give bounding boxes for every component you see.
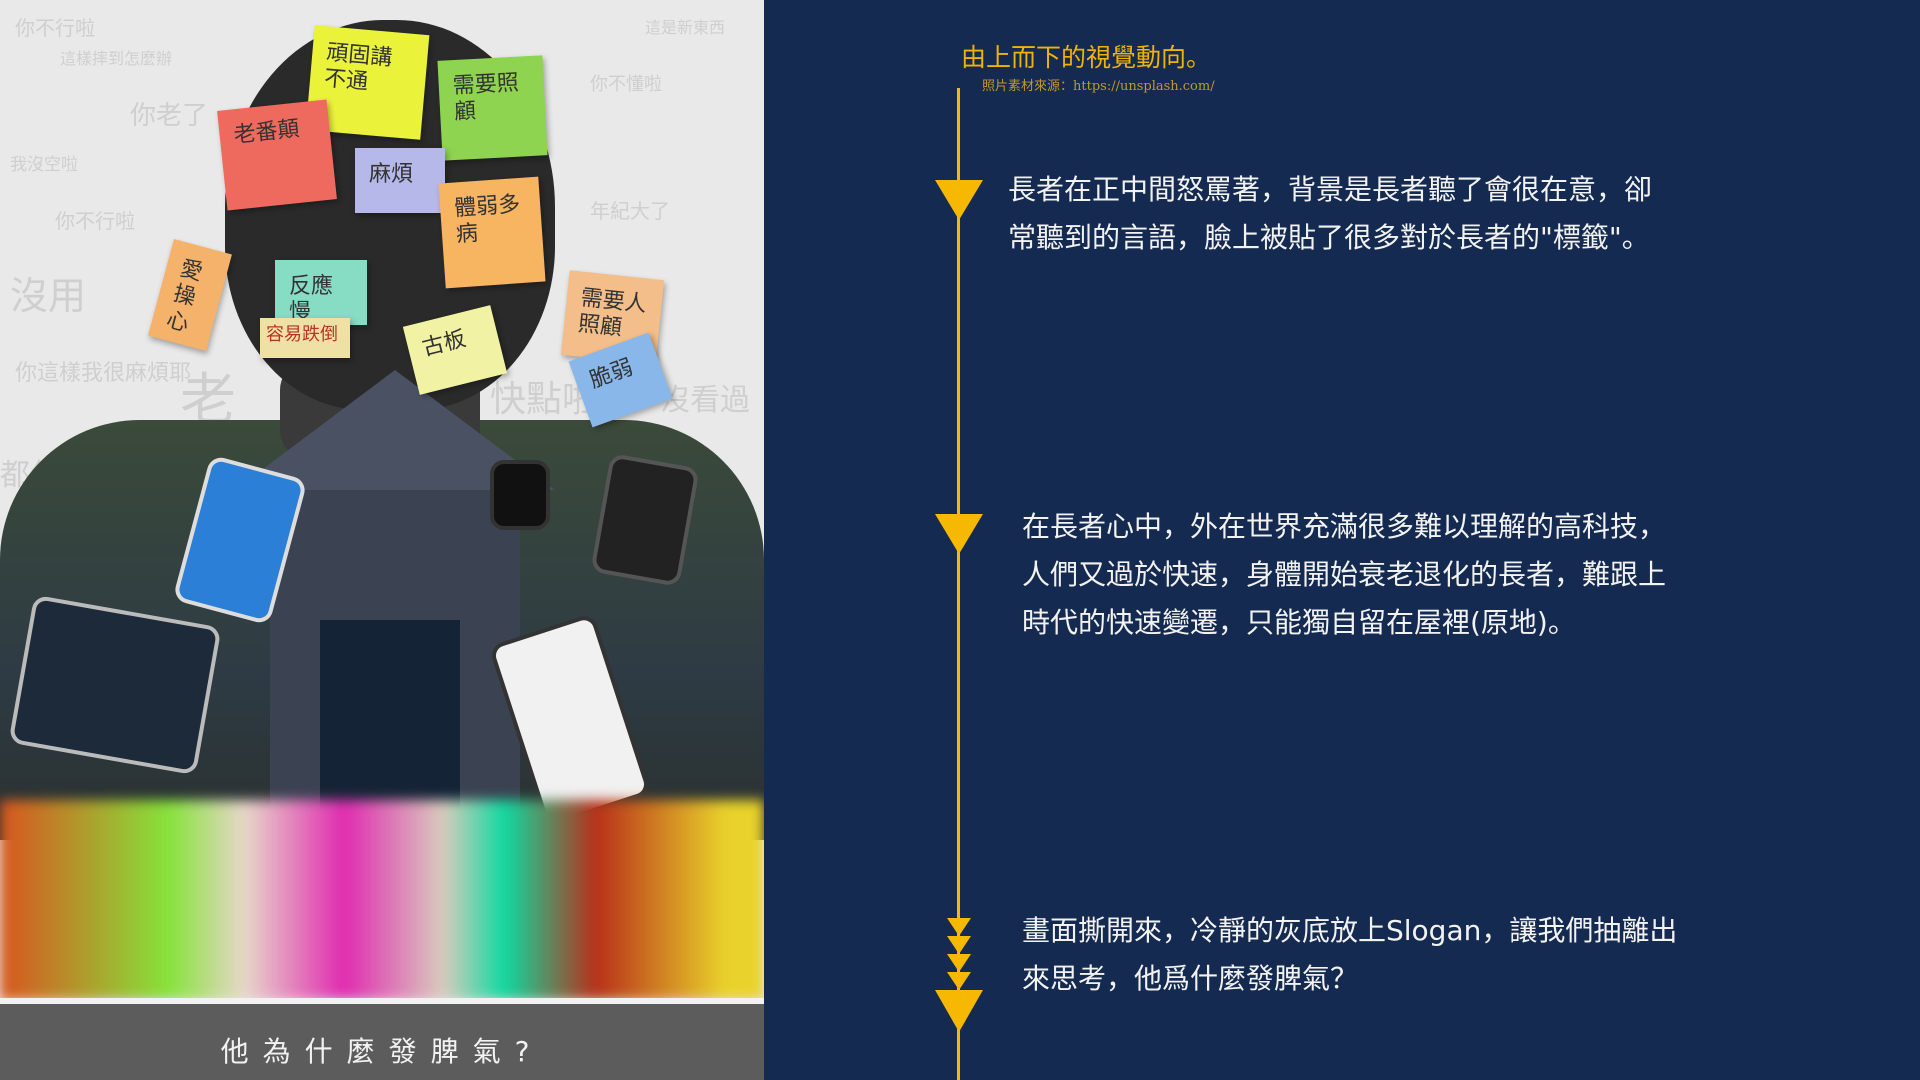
background-word: 你老了 [130,101,209,131]
artwork-panel: 你不行啦 這樣摔到怎麼辦 你老了 我沒空啦 你不行啦 沒用 你這樣我很麻煩耶 老… [0,0,764,1080]
page-title: 由上而下的視覺動向。 [961,43,1212,72]
step-1-text: 長者在正中間怒罵著，背景是長者聽了會很在意，卻 常聽到的言語，臉上被貼了很多對於… [1008,166,1652,262]
text-line: 長者在正中間怒罵著，背景是長者聽了會很在意，卻 [1008,173,1653,206]
background-word: 我沒空啦 [10,155,78,175]
arrow-down-icon [935,514,983,554]
arrow-down-icon [935,990,983,1032]
background-word: 這是新東西 [645,18,726,37]
arrow-down-icon [947,936,971,954]
arrow-down-icon [947,972,971,990]
background-word: 沒用 [10,274,87,318]
sticky-note: 需要照顧 [437,55,548,161]
sticky-note: 容易跌倒 [260,318,350,358]
photo-credit: 照片素材來源：https://unsplash.com/ [982,79,1215,94]
house-door [320,620,460,810]
arrow-down-icon [947,954,971,972]
sticky-note: 體弱多病 [438,176,546,289]
text-line: 人們又過於快速，身體開始衰老退化的長者，難跟上 [1022,558,1667,591]
sticky-note: 老番顛 [217,99,337,211]
slogan-caption: 他為什麼發脾氣? [220,1035,544,1068]
step-3-text: 畫面撕開來，冷靜的灰底放上Slogan，讓我們抽離出 來思考，他爲什麼發脾氣？ [1022,907,1677,1003]
text-line: 來思考，他爲什麼發脾氣？ [1022,962,1359,995]
text-line: 畫面撕開來，冷靜的灰底放上Slogan，讓我們抽離出 [1022,914,1678,947]
background-word: 年紀大了 [590,199,670,223]
text-line: 時代的快速變遷，只能獨自留在屋裡(原地)。 [1022,606,1576,639]
sticky-note: 反應慢 [275,260,367,325]
arrow-down-icon [947,918,971,936]
background-word: 你不懂啦 [590,74,662,95]
arrow-down-icon [935,180,983,220]
background-word: 這樣摔到怎麼辦 [60,49,173,68]
background-word: 你不行啦 [55,209,135,233]
blurred-crowd [0,800,764,1000]
sticky-note: 麻煩 [355,148,445,213]
smartwatch-image [490,460,550,530]
background-word: 你這樣我很麻煩耶 [15,361,192,386]
text-line: 常聽到的言語，臉上被貼了很多對於長者的"標籤"。 [1008,221,1650,254]
text-line: 在長者心中，外在世界充滿很多難以理解的高科技， [1022,510,1667,543]
background-word: 你不行啦 [15,16,95,40]
step-2-text: 在長者心中，外在世界充滿很多難以理解的高科技， 人們又過於快速，身體開始衰老退化… [1022,503,1666,647]
sticky-note: 愛操心 [148,238,232,352]
background-word: 沒看過 [660,383,750,418]
